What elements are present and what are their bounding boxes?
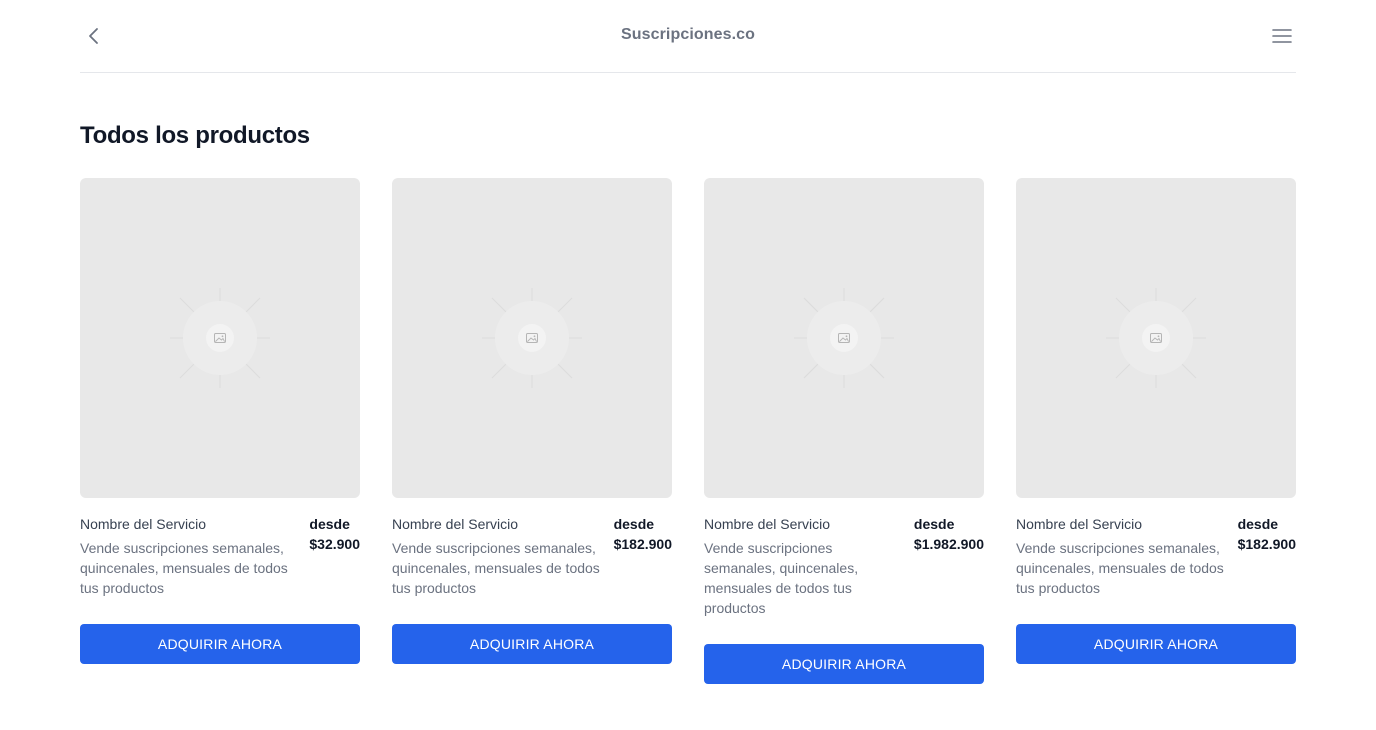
image-placeholder-icon: [482, 288, 582, 388]
price-value: $182.900: [613, 536, 672, 552]
price-from-label: desde: [913, 516, 955, 532]
product-text: Nombre del Servicio Vende suscripciones …: [392, 516, 614, 598]
buy-now-button[interactable]: ADQUIRIR AHORA: [704, 644, 984, 684]
product-price: desde $32.900: [309, 516, 360, 598]
product-name: Nombre del Servicio: [1016, 516, 1143, 532]
product-card: Nombre del Servicio Vende suscripciones …: [80, 178, 360, 664]
image-placeholder-icon: [170, 288, 270, 388]
product-price: desde $182.900: [614, 516, 672, 598]
hamburger-menu-icon: [1272, 29, 1292, 43]
product-image: [392, 178, 672, 498]
product-description: Vende suscripciones semanales, quincenal…: [1016, 540, 1224, 596]
brand-title[interactable]: Suscripciones.co: [80, 26, 1296, 44]
product-name: Nombre del Servicio: [80, 516, 207, 532]
price-from-label: desde: [309, 516, 350, 532]
product-card: Nombre del Servicio Vende suscripciones …: [1016, 178, 1296, 664]
product-image: [704, 178, 984, 498]
buy-now-button[interactable]: ADQUIRIR AHORA: [392, 624, 672, 664]
top-navigation-bar: Suscripciones.co: [80, 0, 1296, 73]
image-placeholder-icon: [1106, 288, 1206, 388]
product-image: [1016, 178, 1296, 498]
product-text: Nombre del Servicio Vende suscripciones …: [80, 516, 309, 598]
product-info: Nombre del Servicio Vende suscripciones …: [704, 516, 984, 618]
price-value: $182.900: [1237, 536, 1296, 552]
product-info: Nombre del Servicio Vende suscripciones …: [392, 516, 672, 598]
product-grid: Nombre del Servicio Vende suscripciones …: [80, 178, 1296, 684]
page-title: Todos los productos: [80, 122, 310, 149]
price-value: $1.982.900: [913, 536, 984, 552]
product-text: Nombre del Servicio Vende suscripciones …: [1016, 516, 1238, 598]
product-price: desde $1.982.900: [914, 516, 984, 618]
product-card: Nombre del Servicio Vende suscripciones …: [704, 178, 984, 684]
product-description: Vende suscripciones semanales, quincenal…: [80, 540, 288, 596]
price-value: $32.900: [309, 536, 360, 552]
product-name: Nombre del Servicio: [392, 516, 519, 532]
price-from-label: desde: [613, 516, 655, 532]
product-description: Vende suscripciones semanales, quincenal…: [392, 540, 600, 596]
buy-now-button[interactable]: ADQUIRIR AHORA: [80, 624, 360, 664]
menu-button[interactable]: [1270, 24, 1294, 48]
product-text: Nombre del Servicio Vende suscripciones …: [704, 516, 914, 618]
buy-now-button[interactable]: ADQUIRIR AHORA: [1016, 624, 1296, 664]
product-card: Nombre del Servicio Vende suscripciones …: [392, 178, 672, 664]
price-from-label: desde: [1237, 516, 1279, 532]
product-info: Nombre del Servicio Vende suscripciones …: [80, 516, 360, 598]
image-placeholder-icon: [794, 288, 894, 388]
product-image: [80, 178, 360, 498]
product-price: desde $182.900: [1238, 516, 1296, 598]
product-description: Vende suscripciones semanales, quincenal…: [704, 540, 859, 616]
product-name: Nombre del Servicio: [704, 516, 831, 532]
product-info: Nombre del Servicio Vende suscripciones …: [1016, 516, 1296, 598]
